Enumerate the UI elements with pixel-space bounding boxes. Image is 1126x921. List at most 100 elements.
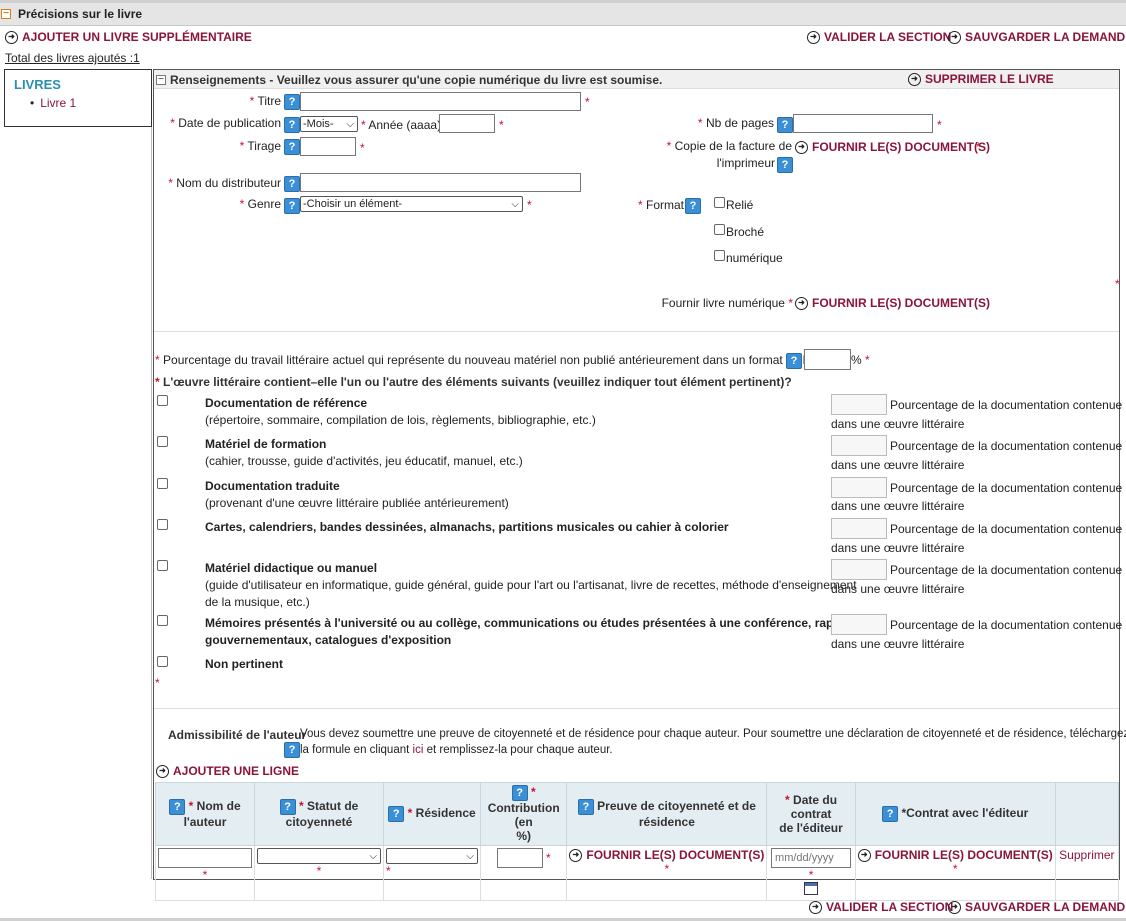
pct-label-2: dans une œuvre littéraire [831,582,965,596]
pct-label: Pourcentage de la documentation contenue [890,618,1123,632]
help-icon[interactable]: ? [777,117,793,133]
download-form-link[interactable]: ici [413,744,424,756]
percent-sign: % * [851,353,870,367]
item-checkbox-cartes[interactable] [157,519,168,530]
help-icon[interactable]: ? [284,94,300,110]
required-marker: * [527,198,532,212]
contribution-input[interactable] [496,848,543,868]
validate-section-button[interactable]: ➜ VALIDER LA SECTION [807,30,951,44]
sidebar-item-livre-1[interactable]: • Livre 1 [30,96,76,110]
collapse-toggle-icon[interactable]: − [1,9,11,19]
panel-title: Renseignements - Veuillez vous assurer q… [170,73,663,87]
contract-date-input[interactable] [771,848,852,868]
invoice-label: * Copie de la facture de [666,139,792,153]
total-books-link[interactable]: Total des livres ajoutés :1 [5,51,140,65]
arrow-right-circle-icon: ➜ [908,72,921,86]
save-request-button-bottom[interactable]: ➜ SAUVGARDER LA DEMANDE [948,900,1126,914]
format-relie-checkbox[interactable] [714,197,725,208]
item-checkbox-traduite[interactable] [157,478,168,489]
help-icon[interactable]: ? [169,799,186,815]
help-icon[interactable]: ? [284,742,300,758]
title-input[interactable] [300,92,581,111]
delete-row-link[interactable]: Supprimer [1059,848,1114,862]
add-row-button[interactable]: ➜ AJOUTER UNE LIGNE [156,764,299,778]
pct-input-cartes[interactable] [831,518,887,539]
format-numerique-checkbox[interactable] [714,250,725,261]
pct-input-traduite[interactable] [831,477,887,498]
item-checkbox-reference[interactable] [157,395,168,406]
citizenship-select[interactable]: ⌵ [257,848,381,864]
arrow-right-circle-icon: ➜ [569,848,583,862]
new-material-question: * Pourcentage du travail littéraire actu… [155,353,825,367]
genre-select[interactable]: -Choisir un élément- ⌵ [300,196,523,212]
table-header-row: ? * Nom de l'auteur ? * Statut de citoyenn… [155,782,1120,846]
divider [154,708,1119,709]
proof-upload-button[interactable]: ➜ FOURNIR LE(S) DOCUMENT(S) [569,848,764,862]
month-select[interactable]: -Mois- ⌵ [300,116,358,132]
delete-book-button[interactable]: ➜ SUPPRIMER LE LIVRE [908,72,1054,86]
contract-upload-button[interactable]: ➜ FOURNIR LE(S) DOCUMENT(S) [857,848,1053,862]
pages-input[interactable] [793,114,933,133]
help-icon[interactable]: ? [786,353,802,369]
add-book-button[interactable]: ➜ AJOUTER UN LIVRE SUPPLÉMENTAIRE [5,30,252,44]
item-checkbox-memoires[interactable] [157,615,168,626]
required-marker: * [360,141,365,155]
pct-label-2: dans une œuvre littéraire [831,637,965,651]
col-contribution: ? * Contribution (en%) [479,782,568,846]
bullet: • [30,96,35,110]
new-material-input[interactable] [804,349,851,370]
sidebar-title: LIVRES [14,77,61,92]
author-name-input[interactable] [158,848,252,868]
format-broche-checkbox[interactable] [714,224,725,235]
save-request-button[interactable]: ➜ SAUVGARDER LA DEMANDE [948,30,1126,44]
arrow-right-circle-icon: ➜ [795,140,808,154]
help-icon[interactable]: ? [388,806,405,822]
help-icon[interactable]: ? [577,799,594,815]
item-desc: (cahier, trousse, guide d'activités, jeu… [205,454,523,468]
item-checkbox-non-pertinent[interactable] [157,656,168,667]
help-icon[interactable]: ? [284,198,300,214]
item-title: Matériel de formation [205,437,327,451]
arrow-right-circle-icon: ➜ [5,30,18,44]
pct-label-2: dans une œuvre littéraire [831,458,965,472]
item-title: Cartes, calendriers, bandes dessinées, a… [205,520,729,534]
help-icon[interactable]: ? [284,117,300,133]
help-icon[interactable]: ? [777,157,793,173]
col-proof: ? Preuve de citoyenneté et de résidence [566,782,768,846]
required-marker: * [976,140,981,154]
arrow-right-circle-icon: ➜ [857,848,871,862]
chevron-down-icon: ⌵ [369,851,377,862]
pct-label: Pourcentage de la documentation contenue [890,563,1123,577]
section-title: Précisions sur le livre [18,7,143,21]
format-label: * Format [637,198,684,212]
calendar-icon[interactable] [804,882,819,895]
digital-book-upload-button[interactable]: ➜ FOURNIR LE(S) DOCUMENT(S) [795,296,990,310]
item-desc-2: de la musique, etc.) [205,595,310,609]
col-actions [1054,782,1120,846]
help-icon[interactable]: ? [882,806,899,822]
required-marker: * [499,118,504,132]
validate-section-button-bottom[interactable]: ➜ VALIDER LA SECTION [809,900,953,914]
item-checkbox-formation[interactable] [157,436,168,447]
required-marker: * [155,676,160,690]
chevron-down-icon: ⌵ [346,119,354,130]
invoice-upload-button[interactable]: ➜ FOURNIR LE(S) DOCUMENT(S) [795,140,990,154]
distributor-input[interactable] [300,173,581,192]
help-icon[interactable]: ? [284,139,300,155]
print-run-input[interactable] [300,137,356,156]
item-title: Matériel didactique ou manuel [205,561,378,575]
pct-input-didactique[interactable] [831,559,887,580]
pct-input-memoires[interactable] [831,614,887,635]
help-icon[interactable]: ? [511,785,528,801]
help-icon[interactable]: ? [279,799,296,815]
pct-input-reference[interactable] [831,394,887,415]
help-icon[interactable]: ? [685,198,701,214]
item-checkbox-didactique[interactable] [157,560,168,571]
help-icon[interactable]: ? [284,176,300,192]
col-author-name: ? * Nom de l'auteur [155,782,255,846]
residence-select[interactable]: ⌵ [386,848,478,864]
pct-label: Pourcentage de la documentation contenue [890,398,1123,412]
year-input[interactable] [439,114,495,133]
pct-input-formation[interactable] [831,435,887,456]
panel-collapse-icon[interactable]: − [156,75,166,85]
